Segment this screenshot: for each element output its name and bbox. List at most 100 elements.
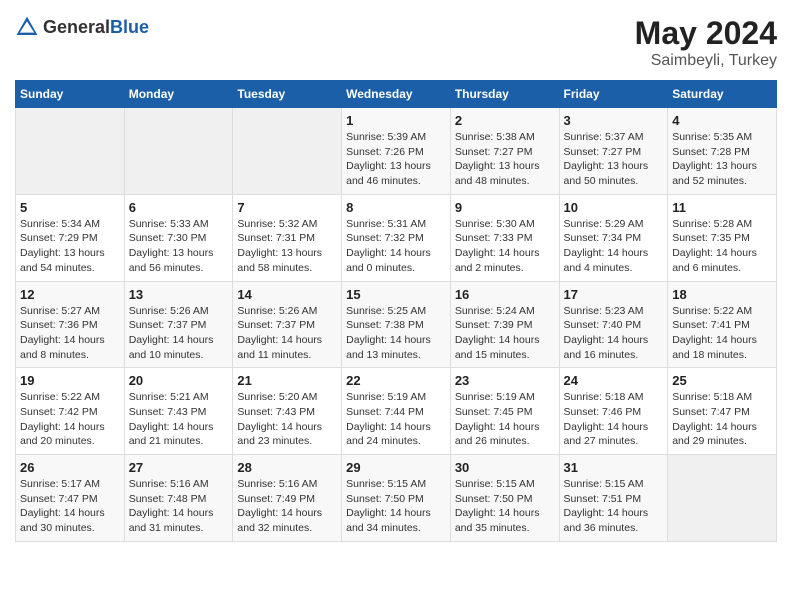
cell-content: Sunrise: 5:29 AMSunset: 7:34 PMDaylight:… xyxy=(564,217,664,276)
calendar-cell: 24 Sunrise: 5:18 AMSunset: 7:46 PMDayligh… xyxy=(559,368,668,455)
calendar-cell: 11Sunrise: 5:28 AMSunset: 7:35 PMDayligh… xyxy=(668,194,777,281)
day-number: 2 xyxy=(455,113,555,128)
calendar-cell: 18Sunrise: 5:22 AMSunset: 7:41 PMDayligh… xyxy=(668,281,777,368)
day-header-tuesday: Tuesday xyxy=(233,81,342,108)
cell-content: Sunrise: 5:22 AMSunset: 7:41 PMDaylight:… xyxy=(672,304,772,363)
cell-content: Sunrise: 5:19 AMSunset: 7:44 PMDaylight:… xyxy=(346,390,446,449)
days-header-row: SundayMondayTuesdayWednesdayThursdayFrid… xyxy=(16,81,777,108)
day-number: 12 xyxy=(20,287,120,302)
cell-content: Sunrise: 5:15 AMSunset: 7:50 PMDaylight:… xyxy=(346,477,446,536)
calendar-table: SundayMondayTuesdayWednesdayThursdayFrid… xyxy=(15,80,777,542)
cell-content: Sunrise: 5:21 AMSunset: 7:43 PMDaylight:… xyxy=(129,390,229,449)
day-number: 19 xyxy=(20,373,120,388)
calendar-cell: 21 Sunrise: 5:20 AMSunset: 7:43 PMDayligh… xyxy=(233,368,342,455)
cell-content: Sunrise: 5:15 AMSunset: 7:50 PMDaylight:… xyxy=(455,477,555,536)
calendar-cell: 6 Sunrise: 5:33 AMSunset: 7:30 PMDaylight… xyxy=(124,194,233,281)
cell-content: Sunrise: 5:20 AMSunset: 7:43 PMDaylight:… xyxy=(237,390,337,449)
calendar-cell: 8 Sunrise: 5:31 AMSunset: 7:32 PMDaylight… xyxy=(342,194,451,281)
day-number: 29 xyxy=(346,460,446,475)
calendar-cell: 28 Sunrise: 5:16 AMSunset: 7:49 PMDayligh… xyxy=(233,455,342,542)
calendar-cell: 9 Sunrise: 5:30 AMSunset: 7:33 PMDaylight… xyxy=(450,194,559,281)
week-row-4: 19 Sunrise: 5:22 AMSunset: 7:42 PMDayligh… xyxy=(16,368,777,455)
day-number: 23 xyxy=(455,373,555,388)
calendar-cell: 25 Sunrise: 5:18 AMSunset: 7:47 PMDayligh… xyxy=(668,368,777,455)
day-number: 28 xyxy=(237,460,337,475)
cell-content: Sunrise: 5:27 AMSunset: 7:36 PMDaylight:… xyxy=(20,304,120,363)
logo: GeneralBlue xyxy=(15,15,149,39)
cell-content: Sunrise: 5:19 AMSunset: 7:45 PMDaylight:… xyxy=(455,390,555,449)
cell-content: Sunrise: 5:22 AMSunset: 7:42 PMDaylight:… xyxy=(20,390,120,449)
calendar-cell: 13 Sunrise: 5:26 AMSunset: 7:37 PMDayligh… xyxy=(124,281,233,368)
day-number: 6 xyxy=(129,200,229,215)
title-block: May 2024 Saimbeyli, Turkey xyxy=(635,15,777,70)
calendar-cell xyxy=(16,108,125,195)
calendar-cell: 17 Sunrise: 5:23 AMSunset: 7:40 PMDayligh… xyxy=(559,281,668,368)
calendar-cell: 7 Sunrise: 5:32 AMSunset: 7:31 PMDaylight… xyxy=(233,194,342,281)
logo-icon xyxy=(15,15,39,39)
week-row-1: 1 Sunrise: 5:39 AMSunset: 7:26 PMDaylight… xyxy=(16,108,777,195)
calendar-cell: 1 Sunrise: 5:39 AMSunset: 7:26 PMDaylight… xyxy=(342,108,451,195)
cell-content: Sunrise: 5:16 AMSunset: 7:48 PMDaylight:… xyxy=(129,477,229,536)
calendar-cell: 19 Sunrise: 5:22 AMSunset: 7:42 PMDayligh… xyxy=(16,368,125,455)
calendar-cell xyxy=(124,108,233,195)
day-header-saturday: Saturday xyxy=(668,81,777,108)
day-number: 3 xyxy=(564,113,664,128)
day-number: 27 xyxy=(129,460,229,475)
day-header-sunday: Sunday xyxy=(16,81,125,108)
day-number: 8 xyxy=(346,200,446,215)
cell-content: Sunrise: 5:38 AMSunset: 7:27 PMDaylight:… xyxy=(455,130,555,189)
cell-content: Sunrise: 5:34 AMSunset: 7:29 PMDaylight:… xyxy=(20,217,120,276)
cell-content: Sunrise: 5:23 AMSunset: 7:40 PMDaylight:… xyxy=(564,304,664,363)
day-number: 26 xyxy=(20,460,120,475)
location: Saimbeyli, Turkey xyxy=(635,52,777,70)
day-number: 1 xyxy=(346,113,446,128)
cell-content: Sunrise: 5:33 AMSunset: 7:30 PMDaylight:… xyxy=(129,217,229,276)
calendar-cell: 29 Sunrise: 5:15 AMSunset: 7:50 PMDayligh… xyxy=(342,455,451,542)
page-header: GeneralBlue May 2024 Saimbeyli, Turkey xyxy=(15,15,777,70)
day-header-thursday: Thursday xyxy=(450,81,559,108)
cell-content: Sunrise: 5:24 AMSunset: 7:39 PMDaylight:… xyxy=(455,304,555,363)
day-number: 5 xyxy=(20,200,120,215)
calendar-cell: 3 Sunrise: 5:37 AMSunset: 7:27 PMDaylight… xyxy=(559,108,668,195)
day-number: 9 xyxy=(455,200,555,215)
cell-content: Sunrise: 5:37 AMSunset: 7:27 PMDaylight:… xyxy=(564,130,664,189)
calendar-cell: 22 Sunrise: 5:19 AMSunset: 7:44 PMDayligh… xyxy=(342,368,451,455)
logo-blue: Blue xyxy=(110,17,149,37)
cell-content: Sunrise: 5:26 AMSunset: 7:37 PMDaylight:… xyxy=(237,304,337,363)
calendar-cell: 2 Sunrise: 5:38 AMSunset: 7:27 PMDaylight… xyxy=(450,108,559,195)
cell-content: Sunrise: 5:16 AMSunset: 7:49 PMDaylight:… xyxy=(237,477,337,536)
day-number: 25 xyxy=(672,373,772,388)
cell-content: Sunrise: 5:31 AMSunset: 7:32 PMDaylight:… xyxy=(346,217,446,276)
cell-content: Sunrise: 5:39 AMSunset: 7:26 PMDaylight:… xyxy=(346,130,446,189)
cell-content: Sunrise: 5:26 AMSunset: 7:37 PMDaylight:… xyxy=(129,304,229,363)
calendar-cell xyxy=(233,108,342,195)
logo-general: General xyxy=(43,17,110,37)
calendar-cell: 14Sunrise: 5:26 AMSunset: 7:37 PMDayligh… xyxy=(233,281,342,368)
day-number: 15 xyxy=(346,287,446,302)
cell-content: Sunrise: 5:32 AMSunset: 7:31 PMDaylight:… xyxy=(237,217,337,276)
day-number: 24 xyxy=(564,373,664,388)
day-number: 16 xyxy=(455,287,555,302)
cell-content: Sunrise: 5:18 AMSunset: 7:47 PMDaylight:… xyxy=(672,390,772,449)
week-row-5: 26Sunrise: 5:17 AMSunset: 7:47 PMDayligh… xyxy=(16,455,777,542)
day-number: 21 xyxy=(237,373,337,388)
day-number: 17 xyxy=(564,287,664,302)
day-header-wednesday: Wednesday xyxy=(342,81,451,108)
cell-content: Sunrise: 5:30 AMSunset: 7:33 PMDaylight:… xyxy=(455,217,555,276)
calendar-cell: 23 Sunrise: 5:19 AMSunset: 7:45 PMDayligh… xyxy=(450,368,559,455)
day-number: 10 xyxy=(564,200,664,215)
month-year: May 2024 xyxy=(635,15,777,52)
cell-content: Sunrise: 5:18 AMSunset: 7:46 PMDaylight:… xyxy=(564,390,664,449)
day-number: 31 xyxy=(564,460,664,475)
day-number: 13 xyxy=(129,287,229,302)
day-header-friday: Friday xyxy=(559,81,668,108)
day-number: 20 xyxy=(129,373,229,388)
calendar-cell: 16 Sunrise: 5:24 AMSunset: 7:39 PMDayligh… xyxy=(450,281,559,368)
day-number: 11 xyxy=(672,200,772,215)
calendar-cell: 30Sunrise: 5:15 AMSunset: 7:50 PMDayligh… xyxy=(450,455,559,542)
calendar-cell: 5 Sunrise: 5:34 AMSunset: 7:29 PMDaylight… xyxy=(16,194,125,281)
cell-content: Sunrise: 5:15 AMSunset: 7:51 PMDaylight:… xyxy=(564,477,664,536)
day-number: 7 xyxy=(237,200,337,215)
week-row-2: 5 Sunrise: 5:34 AMSunset: 7:29 PMDaylight… xyxy=(16,194,777,281)
day-number: 22 xyxy=(346,373,446,388)
